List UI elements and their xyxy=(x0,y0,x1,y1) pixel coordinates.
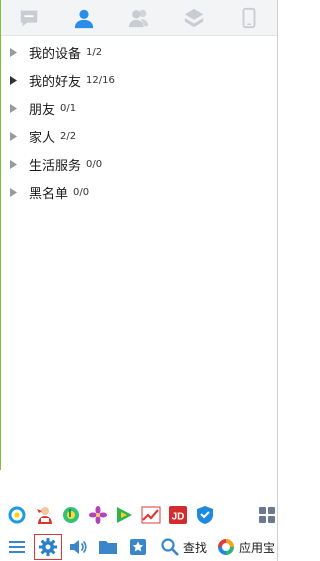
collapsed-arrow-icon xyxy=(10,47,17,57)
qq-music-shortcut[interactable] xyxy=(61,505,81,525)
main-tab-bar xyxy=(1,0,277,36)
group-name: 朋友 xyxy=(29,102,56,118)
file-manager-button[interactable] xyxy=(98,535,118,559)
collapsed-arrow-icon xyxy=(10,75,17,85)
qq-game-icon xyxy=(37,507,52,524)
search-label: 查找 xyxy=(183,540,208,555)
more-apps-shortcut[interactable] xyxy=(257,505,277,525)
qq-browser-shortcut[interactable] xyxy=(7,505,27,525)
qq-browser-icon xyxy=(8,506,26,524)
app-store-button[interactable]: 应用宝 xyxy=(216,535,275,559)
jd-icon: JD xyxy=(169,506,187,524)
contact-group-list: 我的设备 1/2 我的好友 12/16 朋友 0/1 家人 2/2 生活服务 0… xyxy=(1,36,277,206)
people-icon xyxy=(128,9,149,28)
volume-button[interactable] xyxy=(68,535,88,559)
gear-icon xyxy=(39,538,57,556)
group-row-my-devices[interactable]: 我的设备 1/2 xyxy=(1,38,277,66)
favorites-button[interactable] xyxy=(128,535,148,559)
hamburger-menu-icon xyxy=(9,541,25,553)
qq-game-shortcut[interactable] xyxy=(35,505,55,525)
collapsed-arrow-icon xyxy=(10,187,17,197)
group-count: 2/2 xyxy=(60,130,77,142)
tab-messages[interactable] xyxy=(1,0,56,36)
window-right-border xyxy=(277,0,278,561)
group-name: 黑名单 xyxy=(29,186,69,202)
collapsed-arrow-icon xyxy=(10,159,17,169)
collapsed-arrow-icon xyxy=(10,103,17,113)
person-icon xyxy=(74,9,93,29)
phone-icon xyxy=(242,7,256,29)
grid-apps-icon xyxy=(259,507,275,523)
group-row-friends[interactable]: 朋友 0/1 xyxy=(1,94,277,122)
bottom-toolbar: 查找 应用宝 xyxy=(0,533,278,561)
group-count: 1/2 xyxy=(86,46,103,58)
flower-shortcut[interactable] xyxy=(88,505,108,525)
jd-shortcut[interactable]: JD xyxy=(168,505,188,525)
security-shortcut[interactable] xyxy=(195,505,215,525)
tab-discover[interactable] xyxy=(167,0,222,36)
group-count: 0/1 xyxy=(60,102,77,114)
settings-button[interactable] xyxy=(34,534,62,560)
group-name: 生活服务 xyxy=(29,158,82,174)
tab-contacts[interactable] xyxy=(56,0,111,36)
main-menu-button[interactable] xyxy=(7,535,27,559)
group-count: 0/0 xyxy=(86,158,103,170)
group-name: 我的好友 xyxy=(29,74,82,90)
flower-icon xyxy=(89,506,107,524)
app-shortcut-bar: JD xyxy=(0,505,278,533)
search-button[interactable]: 查找 xyxy=(160,535,207,559)
group-count: 12/16 xyxy=(86,74,115,86)
app-store-icon xyxy=(218,539,234,555)
group-row-my-friends[interactable]: 我的好友 12/16 xyxy=(1,66,277,94)
group-row-blacklist[interactable]: 黑名单 0/0 xyxy=(1,178,277,206)
svg-text:JD: JD xyxy=(172,512,185,523)
stock-chart-icon xyxy=(141,506,161,524)
app-store-label: 应用宝 xyxy=(239,540,276,555)
group-name: 家人 xyxy=(29,130,56,146)
group-name: 我的设备 xyxy=(29,46,82,62)
tab-phone[interactable] xyxy=(222,0,277,36)
video-shortcut[interactable] xyxy=(114,505,134,525)
speaker-icon xyxy=(70,540,87,554)
search-icon xyxy=(161,538,179,556)
chat-bubble-icon xyxy=(20,10,37,27)
cube-icon xyxy=(184,8,204,28)
group-row-family[interactable]: 家人 2/2 xyxy=(1,122,277,150)
star-box-icon xyxy=(130,539,146,555)
video-play-icon xyxy=(117,507,132,523)
group-row-life-services[interactable]: 生活服务 0/0 xyxy=(1,150,277,178)
qq-music-icon xyxy=(63,507,79,523)
folder-icon xyxy=(99,541,117,554)
stock-shortcut[interactable] xyxy=(141,505,161,525)
security-shield-icon xyxy=(197,506,213,524)
collapsed-arrow-icon xyxy=(10,131,17,141)
group-count: 0/0 xyxy=(73,186,90,198)
tab-groups[interactable] xyxy=(111,0,166,36)
